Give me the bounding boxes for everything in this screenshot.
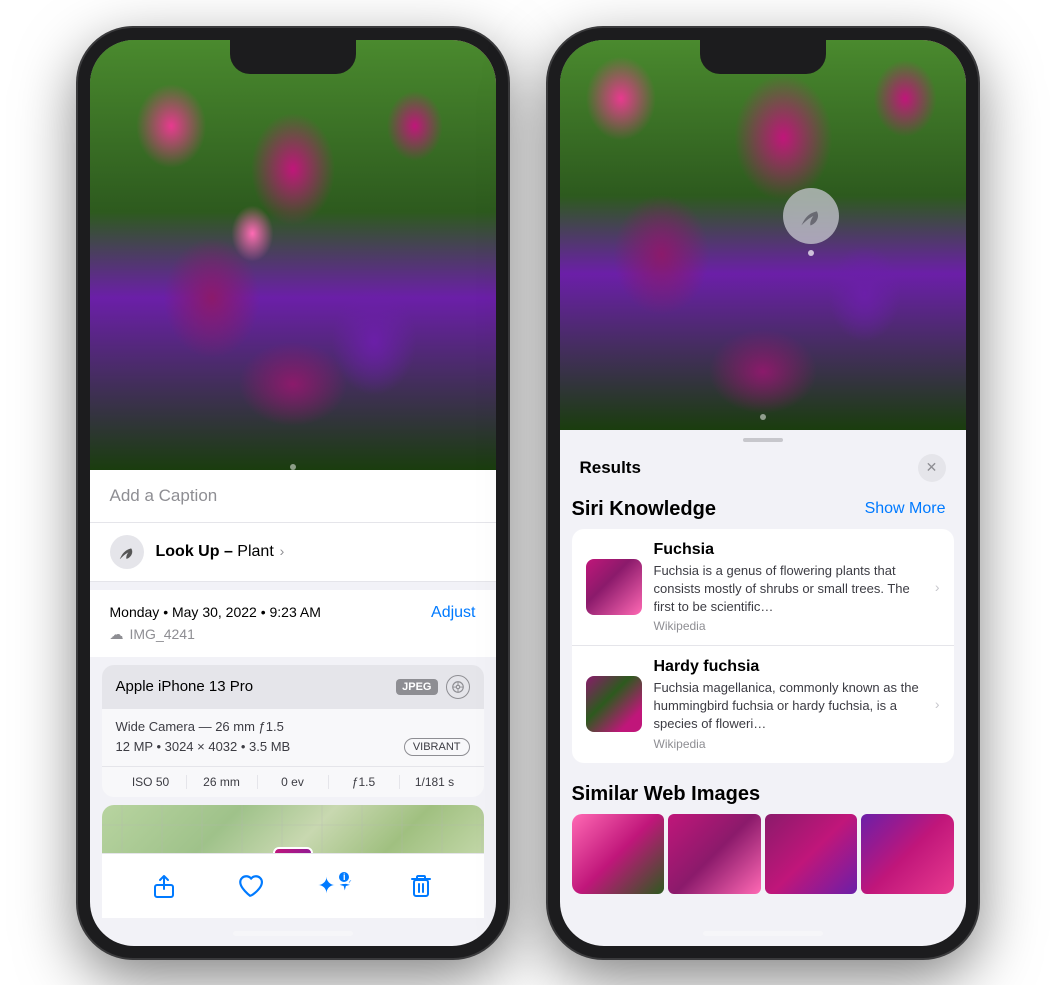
format-badge: JPEG xyxy=(396,679,437,695)
similar-images-row xyxy=(572,814,954,894)
hardy-fuchsia-chevron-icon: › xyxy=(935,696,940,712)
notch xyxy=(230,40,356,74)
close-icon: ✕ xyxy=(926,459,938,476)
siri-circle xyxy=(783,188,839,244)
camera-details: Wide Camera — 26 mm ƒ1.5 12 MP • 3024 × … xyxy=(102,709,484,766)
fuchsia-source: Wikipedia xyxy=(654,619,923,633)
date-text: Monday • May 30, 2022 • 9:23 AM xyxy=(110,604,321,620)
lookup-text: Look Up – Plant › xyxy=(156,543,285,561)
similar-image-4[interactable] xyxy=(861,814,954,894)
similar-web-title: Similar Web Images xyxy=(572,775,954,814)
home-indicator-left xyxy=(233,931,353,936)
mp-row: 12 MP • 3024 × 4032 • 3.5 MB VIBRANT xyxy=(116,738,470,756)
camera-section: Apple iPhone 13 Pro JPEG xyxy=(102,665,484,797)
similar-image-1[interactable] xyxy=(572,814,665,894)
info-badge-dot: i xyxy=(337,870,351,884)
siri-knowledge-header: Siri Knowledge Show More xyxy=(572,490,954,529)
exif-row: ISO 50 26 mm 0 ev ƒ1.5 1/181 s xyxy=(102,766,484,797)
flower-photo-left[interactable] xyxy=(90,40,496,470)
date-row: Monday • May 30, 2022 • 9:23 AM Adjust xyxy=(110,604,476,622)
vibrant-badge: VIBRANT xyxy=(404,738,470,756)
camera-header: Apple iPhone 13 Pro JPEG xyxy=(102,665,484,709)
exif-aperture: ƒ1.5 xyxy=(329,775,400,789)
left-phone-screen: Add a Caption Look Up – Plant › Monday •… xyxy=(90,40,496,946)
show-more-button[interactable]: Show More xyxy=(865,500,946,518)
aperture-icon xyxy=(451,680,465,694)
siri-leaf-icon xyxy=(797,202,825,230)
lookup-chevron: › xyxy=(276,543,285,559)
share-icon xyxy=(152,874,176,898)
favorite-button[interactable] xyxy=(232,868,268,904)
info-button[interactable]: i xyxy=(317,868,353,904)
bottom-toolbar: i xyxy=(102,853,484,918)
results-panel: Results ✕ Siri Knowledge Show More Fuchs xyxy=(560,430,966,894)
similar-image-2[interactable] xyxy=(668,814,761,894)
knowledge-item-fuchsia[interactable]: Fuchsia Fuchsia is a genus of flowering … xyxy=(572,529,954,647)
camera-icon-button[interactable] xyxy=(446,675,470,699)
trash-icon xyxy=(409,873,433,899)
right-phone-screen: Results ✕ Siri Knowledge Show More Fuchs xyxy=(560,40,966,946)
knowledge-item-hardy-fuchsia[interactable]: Hardy fuchsia Fuchsia magellanica, commo… xyxy=(572,646,954,763)
left-phone: Add a Caption Look Up – Plant › Monday •… xyxy=(78,28,508,958)
exif-focal: 26 mm xyxy=(187,775,258,789)
photo-info-section: Monday • May 30, 2022 • 9:23 AM Adjust ☁… xyxy=(90,590,496,657)
leaf-icon xyxy=(117,542,137,562)
fuchsia-name: Fuchsia xyxy=(654,541,923,559)
filename-text: IMG_4241 xyxy=(130,626,195,642)
lookup-label-bold: Look Up – xyxy=(156,543,233,560)
similar-web-section: Similar Web Images xyxy=(560,775,966,894)
hardy-fuchsia-content: Hardy fuchsia Fuchsia magellanica, commo… xyxy=(654,658,923,751)
lookup-label-plant: Plant xyxy=(233,543,274,560)
knowledge-card: Fuchsia Fuchsia is a genus of flowering … xyxy=(572,529,954,763)
siri-knowledge-section: Siri Knowledge Show More Fuchsia Fuchsia… xyxy=(560,490,966,763)
fuchsia-description: Fuchsia is a genus of flowering plants t… xyxy=(654,562,923,617)
siri-knowledge-title: Siri Knowledge xyxy=(572,498,716,521)
filename-row: ☁ IMG_4241 xyxy=(110,626,476,643)
share-button[interactable] xyxy=(146,868,182,904)
lookup-icon xyxy=(110,535,144,569)
right-phone: Results ✕ Siri Knowledge Show More Fuchs xyxy=(548,28,978,958)
delete-button[interactable] xyxy=(403,868,439,904)
cloud-icon: ☁ xyxy=(110,626,124,643)
heart-icon xyxy=(237,873,263,899)
adjust-button[interactable]: Adjust xyxy=(431,604,475,622)
flower-photo-right[interactable] xyxy=(560,40,966,430)
lookup-row[interactable]: Look Up – Plant › xyxy=(90,523,496,582)
hardy-fuchsia-name: Hardy fuchsia xyxy=(654,658,923,676)
siri-dot xyxy=(808,250,814,256)
hardy-fuchsia-source: Wikipedia xyxy=(654,737,923,751)
mp-text: 12 MP • 3024 × 4032 • 3.5 MB xyxy=(116,739,291,754)
hardy-fuchsia-description: Fuchsia magellanica, commonly known as t… xyxy=(654,679,923,734)
wide-camera-text: Wide Camera — 26 mm ƒ1.5 xyxy=(116,719,470,734)
home-indicator-right xyxy=(703,931,823,936)
fuchsia-thumbnail xyxy=(586,559,642,615)
results-header: Results ✕ xyxy=(560,442,966,490)
exif-iso: ISO 50 xyxy=(116,775,187,789)
camera-name: Apple iPhone 13 Pro xyxy=(116,678,254,695)
fuchsia-content: Fuchsia Fuchsia is a genus of flowering … xyxy=(654,541,923,634)
close-button[interactable]: ✕ xyxy=(918,454,946,482)
fuchsia-chevron-icon: › xyxy=(935,579,940,595)
exif-ev: 0 ev xyxy=(258,775,329,789)
results-title: Results xyxy=(580,458,641,478)
caption-placeholder[interactable]: Add a Caption xyxy=(110,486,218,505)
hardy-fuchsia-thumbnail xyxy=(586,676,642,732)
similar-image-3[interactable] xyxy=(765,814,858,894)
exif-shutter: 1/181 s xyxy=(400,775,470,789)
caption-area[interactable]: Add a Caption xyxy=(90,470,496,523)
notch-right xyxy=(700,40,826,74)
